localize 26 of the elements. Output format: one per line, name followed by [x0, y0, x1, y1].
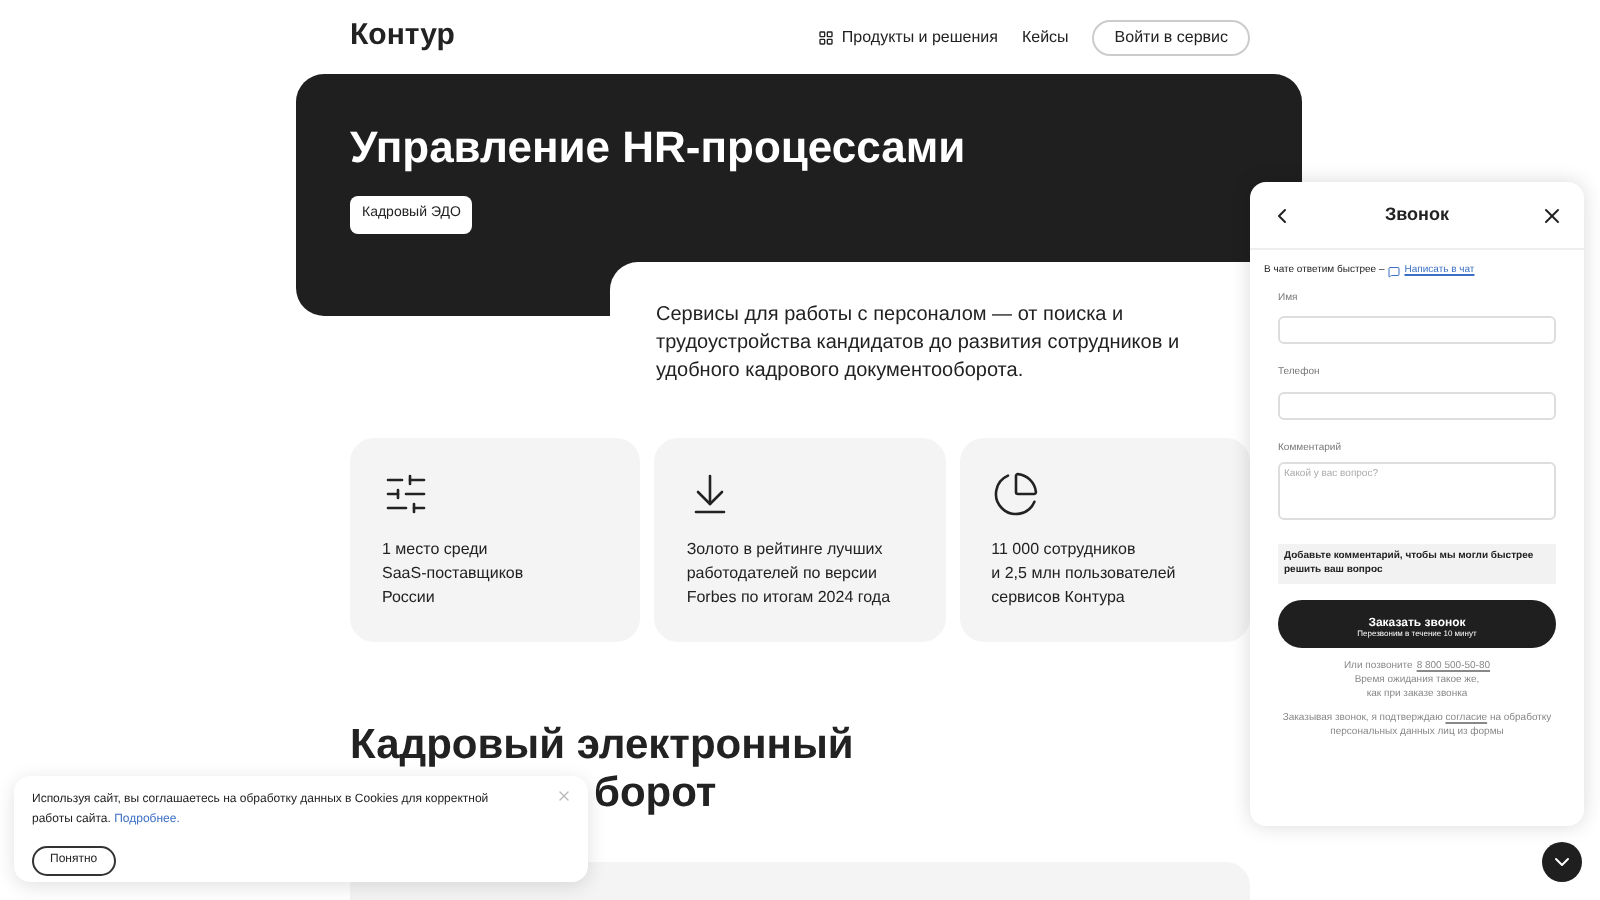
input-field[interactable] [1278, 316, 1556, 344]
pie-chart-icon [991, 470, 1040, 518]
fact-text: сервисов Контура [991, 586, 1127, 610]
fact-text: работодателей по версии [686, 562, 879, 586]
logo[interactable]: Контур [350, 14, 455, 60]
fact-text: SaaS-поставщиков [382, 562, 526, 586]
grid-icon [817, 29, 834, 45]
panel-title: Звонок [1385, 201, 1449, 228]
hero-description: Сервисы для работы с персоналом — от поиска и трудоустройства кандидатов до развития сотрудников и удобного кадрового документооборота. [656, 302, 1182, 386]
fact-text: Forbes по итогам 2024 года [686, 586, 893, 610]
fact-text: 11 000 сотрудников [991, 538, 1138, 562]
close-icon[interactable] [1540, 203, 1564, 227]
input-field[interactable] [1278, 391, 1556, 419]
nav-link[interactable]: Кейсы [1021, 25, 1069, 49]
hero-title: Управление HR-процессами [350, 120, 968, 176]
scroll-down-button[interactable] [1542, 842, 1582, 882]
fact-text: 1 место среди [382, 538, 490, 562]
fact-text: и 2,5 млн пользователей [991, 562, 1178, 586]
fact-text: Золото в рейтинге лучших [686, 538, 885, 562]
section-title: борот [594, 770, 717, 818]
nav-link[interactable]: Продукты и решения [817, 25, 998, 49]
chat-icon [1388, 265, 1401, 278]
section-title: Кадровый электронный [350, 722, 854, 770]
sliders-icon [382, 470, 430, 518]
fact-text: России [382, 586, 437, 610]
login-button[interactable]: Войти в сервис [1092, 19, 1250, 55]
